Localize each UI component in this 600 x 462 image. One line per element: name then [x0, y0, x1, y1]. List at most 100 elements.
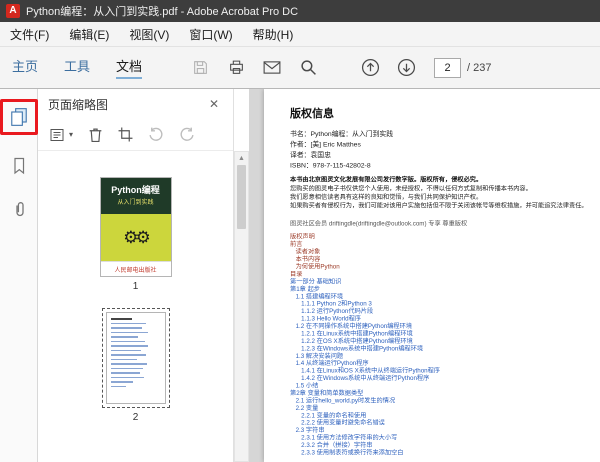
toc-link[interactable]: 本书内容	[290, 256, 600, 263]
cover-publisher: 人民邮电出版社	[114, 265, 156, 274]
toc-link[interactable]: 读者对象	[290, 249, 600, 256]
page-thumbnails-button[interactable]	[6, 104, 32, 130]
toc-link[interactable]: 1.2 在不同操作系统中搭建Python编程环境	[290, 323, 600, 330]
page-1-cover: Python编程 从入门到实践 ⚙⚙ 人民邮电出版社	[100, 177, 172, 277]
toc-link[interactable]: 1.2.3 在Windows系统中搭建Python编程环境	[290, 345, 600, 352]
toc-link[interactable]: 1.4.1 在Linux和OS X系统中从终端运行Python程序	[290, 368, 600, 375]
thumbnail-text-line	[111, 323, 146, 325]
toc-link[interactable]: 1.1.1 Python 2和Python 3	[290, 301, 600, 308]
scrollbar-track[interactable]: ▲	[234, 151, 249, 462]
thumbnail-text-line	[111, 372, 140, 374]
thumbnail-page-2-selected[interactable]	[102, 308, 170, 408]
toc-link[interactable]: 版权声明	[290, 234, 600, 241]
doc-notice-line: 如果购买者有侵权行为，我们可能对该用户实施包括但不限于关闭该帐号等维权措施，并可…	[290, 202, 600, 211]
page-number-input[interactable]: 2	[434, 58, 461, 78]
toc-link[interactable]: 2.1 运行hello_world.py时发生的情况	[290, 397, 600, 404]
doc-notice: 本书由北京图灵文化发展有限公司发行数字版。版权所有，侵权必究。您购买的图灵电子书…	[290, 176, 600, 211]
toc-link[interactable]: 1.2.2 在OS X系统中搭建Python编程环境	[290, 338, 600, 345]
navigation-rail	[0, 89, 38, 462]
toc-link[interactable]: 2.3.3 使用制表符或换行符来添加空白	[290, 450, 600, 457]
thumbnail-options-button[interactable]: ▾	[50, 128, 73, 142]
toc-link[interactable]: 为何使用Python	[290, 264, 600, 271]
toc-link[interactable]: 第1章 起步	[290, 286, 600, 293]
thumbnail-2-text-lines	[106, 312, 166, 404]
menu-item[interactable]: 帮助(H)	[253, 26, 294, 43]
thumbnail-1-label: 1	[133, 281, 139, 292]
panel-close-button[interactable]: ✕	[205, 97, 223, 111]
scroll-up-button[interactable]: ▲	[238, 152, 245, 165]
toc-link[interactable]: 1.2.1 在Linux系统中搭建Python编程环境	[290, 331, 600, 338]
doc-notice-line: 您购买的图灵电子书仅供您个人使用，未经授权，不得以任何方式复制和传播本书内容。	[290, 185, 600, 194]
scrollbar-thumb[interactable]	[237, 165, 246, 229]
member-watermark: 图灵社区会员 driftingdle(driftingdle@outlook.c…	[290, 218, 600, 227]
thumbnail-text-line	[111, 386, 126, 388]
toc-link[interactable]: 第一部分 基础知识	[290, 278, 600, 285]
toc-link[interactable]: 1.4 从终端运行Python程序	[290, 360, 600, 367]
toc-link[interactable]: 1.5 小结	[290, 383, 600, 390]
bookmarks-button[interactable]	[6, 153, 32, 179]
toc-link[interactable]: 2.2.2 使用变量时避免命名错误	[290, 420, 600, 427]
page-total-label: / 237	[467, 62, 491, 74]
trash-icon	[88, 127, 103, 143]
email-button[interactable]	[258, 54, 286, 82]
thumbnail-text-line	[111, 318, 132, 320]
cover-top-band: Python编程 从入门到实践	[101, 178, 171, 214]
toc-link[interactable]: 2.3.2 合并（拼接）字符串	[290, 442, 600, 449]
doc-meta-line: 译者：袁国忠	[290, 150, 600, 161]
panel-title: 页面缩略图	[48, 96, 108, 113]
toc-link[interactable]: 1.1.2 运行Python代码片段	[290, 308, 600, 315]
toc-link[interactable]: 1.4.2 在Windows系统中从终端运行Python程序	[290, 375, 600, 382]
thumbnail-page-1[interactable]: Python编程 从入门到实践 ⚙⚙ 人民邮电出版社 1	[100, 177, 172, 292]
thumbnail-text-line	[111, 341, 145, 343]
thumbnail-text-line	[111, 332, 148, 334]
doc-body: 书名：Python编程：从入门到实践作者：[美] Eric Matthes译者：…	[290, 129, 600, 457]
thumbnail-text-line	[111, 377, 144, 379]
attachments-button[interactable]	[6, 197, 32, 223]
doc-toc: 版权声明前言读者对象本书内容为何使用Python目录第一部分 基础知识第1章 起…	[290, 234, 600, 457]
menu-item[interactable]: 窗口(W)	[189, 26, 232, 43]
toc-link[interactable]: 前言	[290, 241, 600, 248]
arrow-up-circle-icon	[361, 58, 380, 77]
next-page-button[interactable]	[392, 54, 420, 82]
tab-home[interactable]: 主页	[12, 56, 38, 79]
acrobat-logo-icon: A	[6, 4, 20, 18]
bookmark-icon	[11, 157, 27, 175]
toc-link[interactable]: 1.1 搭建编程环境	[290, 293, 600, 300]
rotate-ccw-button[interactable]	[148, 127, 164, 142]
menu-bar: 文件(F) 编辑(E) 视图(V) 窗口(W) 帮助(H)	[0, 22, 600, 47]
page-thumbnails-icon	[9, 107, 29, 127]
cover-subtitle: 从入门到实践	[101, 197, 171, 206]
menu-item[interactable]: 视图(V)	[129, 26, 169, 43]
arrow-down-circle-icon	[397, 58, 416, 77]
rotate-cw-button[interactable]	[179, 127, 195, 142]
print-button[interactable]	[222, 54, 250, 82]
doc-meta-line: ISBN：978-7-115-42802-8	[290, 161, 600, 172]
previous-page-button[interactable]	[356, 54, 384, 82]
crop-pages-button[interactable]	[118, 127, 133, 142]
toc-link[interactable]: 目录	[290, 271, 600, 278]
document-page: 版权信息 书名：Python编程：从入门到实践作者：[美] Eric Matth…	[264, 89, 600, 462]
toc-link[interactable]: 2.3 字符串	[290, 427, 600, 434]
toc-link[interactable]: 2.2 变量	[290, 405, 600, 412]
search-button[interactable]	[294, 54, 322, 82]
toc-link[interactable]: 第2章 变量和简单数据类型	[290, 390, 600, 397]
toolbar-tabs: 主页 工具 文档	[12, 56, 142, 79]
main-area: 页面缩略图 ✕ ▾ P	[0, 89, 600, 462]
tab-tools[interactable]: 工具	[64, 56, 90, 79]
delete-pages-button[interactable]	[88, 127, 103, 143]
cover-gears-art: ⚙⚙	[101, 214, 171, 261]
save-button[interactable]	[186, 54, 214, 82]
toc-link[interactable]: 2.3.1 使用方法修改字符串的大小写	[290, 435, 600, 442]
print-icon	[228, 59, 245, 76]
menu-item[interactable]: 编辑(E)	[69, 26, 109, 43]
menu-item[interactable]: 文件(F)	[10, 26, 49, 43]
tab-document[interactable]: 文档	[116, 56, 142, 79]
toc-link[interactable]: 2.2.1 变量的命名和使用	[290, 412, 600, 419]
document-view: 版权信息 书名：Python编程：从入门到实践作者：[美] Eric Matth…	[249, 89, 600, 462]
thumbnail-text-line	[111, 327, 142, 329]
toc-link[interactable]: 1.1.3 Hello World程序	[290, 316, 600, 323]
cover-title: Python编程	[101, 183, 171, 196]
red-highlight-annotation	[0, 99, 38, 135]
toc-link[interactable]: 1.3 解决安装问题	[290, 353, 600, 360]
caret-down-icon: ▾	[69, 130, 73, 139]
